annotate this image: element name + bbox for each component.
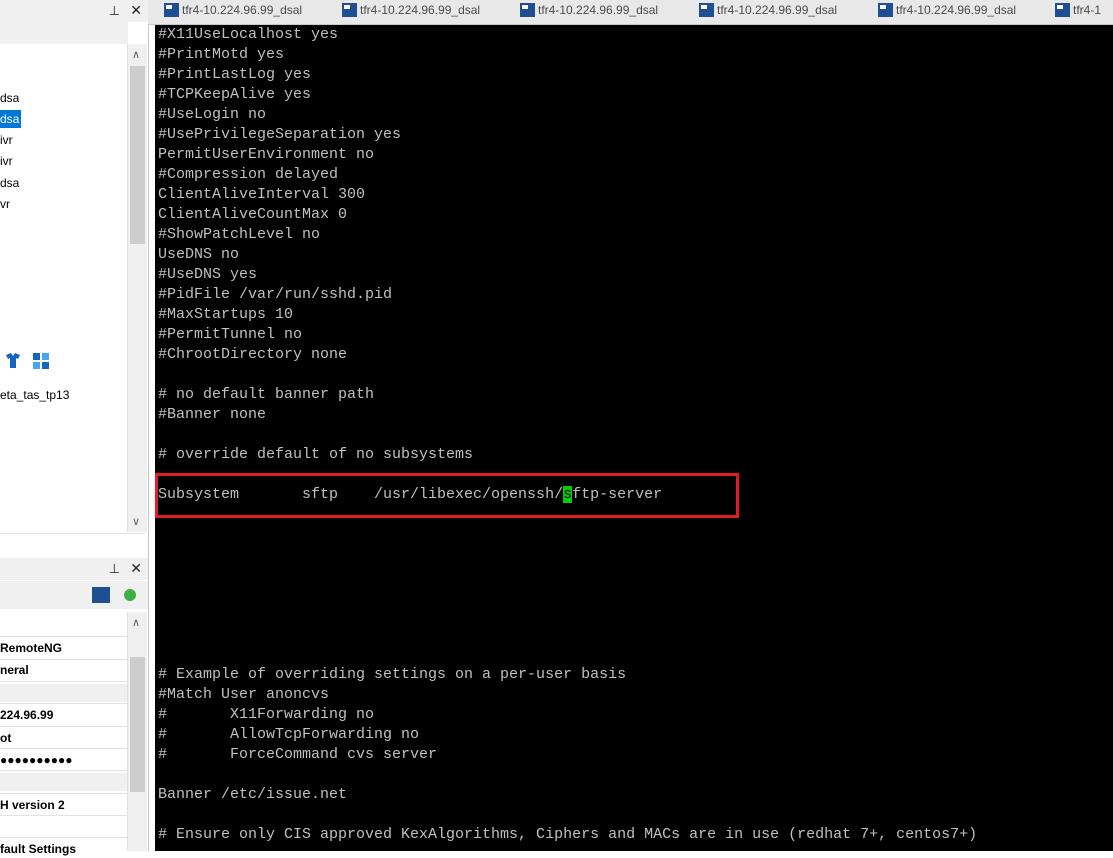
- panel-spacer: [0, 533, 145, 554]
- session-tab[interactable]: tfr4-10.224.96.99_dsal: [699, 0, 837, 22]
- terminal-line: Banner /etc/issue.net: [158, 786, 348, 803]
- terminal-line: UseDNS no: [158, 246, 240, 263]
- tree-item-selected[interactable]: dsa: [0, 110, 22, 128]
- config-toolbar: [0, 581, 148, 609]
- divider: [0, 748, 128, 749]
- tab-label: tfr4-1: [1073, 3, 1102, 17]
- close-icon[interactable]: ✕: [130, 2, 142, 19]
- session-label: eta_tas_tp13: [0, 388, 70, 402]
- status-icon: [124, 589, 136, 601]
- terminal-line: #UseLogin no: [158, 106, 267, 123]
- terminal-line: #PrintLastLog yes: [158, 66, 312, 83]
- terminal-line: #ChrootDirectory none: [158, 346, 348, 363]
- property-row[interactable]: neral: [0, 661, 29, 679]
- password-field[interactable]: ●●●●●●●●●●: [0, 751, 72, 769]
- session-tab[interactable]: tfr4-10.224.96.99_dsal: [878, 0, 1016, 22]
- terminal-line: #X11UseLocalhost yes: [158, 26, 339, 43]
- tree-item[interactable]: dsa: [0, 89, 19, 107]
- terminal-line: #PermitTunnel no: [158, 326, 303, 343]
- terminal-line: # Ensure only CIS approved KexAlgorithms…: [158, 826, 978, 843]
- terminal-line: #MaxStartups 10: [158, 306, 294, 323]
- terminal-line: #PrintMotd yes: [158, 46, 285, 63]
- terminal-line: # Example of overriding settings on a pe…: [158, 666, 627, 683]
- connections-panel: ⊥ ✕ dsa dsa ivr ivr dsa vr ∧ ∨ eta_tas_t…: [0, 0, 149, 856]
- terminal-icon: [878, 2, 893, 17]
- tree-item[interactable]: ivr: [0, 152, 13, 170]
- tab-label: tfr4-10.224.96.99_dsal: [896, 3, 1017, 17]
- terminal-line: # ForceCommand cvs server: [158, 746, 438, 763]
- divider: [0, 837, 128, 838]
- property-row[interactable]: RemoteNG: [0, 639, 62, 657]
- property-row[interactable]: 224.96.99: [0, 706, 53, 724]
- tree-toolbar: [0, 348, 60, 374]
- terminal-line: #ShowPatchLevel no: [158, 226, 321, 243]
- divider: [0, 703, 128, 704]
- property-row[interactable]: [0, 773, 128, 791]
- tree-item[interactable]: vr: [0, 195, 10, 213]
- terminal-line: # no default banner path: [158, 386, 375, 403]
- terminal-line: #TCPKeepAlive yes: [158, 86, 312, 103]
- terminal-line: # override default of no subsystems: [158, 446, 474, 463]
- close-icon[interactable]: ✕: [130, 560, 142, 577]
- session-tab[interactable]: tfr4-1: [1055, 0, 1101, 22]
- property-row[interactable]: H version 2: [0, 796, 65, 814]
- divider: [0, 659, 128, 660]
- tab-label: tfr4-10.224.96.99_dsal: [360, 3, 481, 17]
- tab-label: tfr4-10.224.96.99_dsal: [717, 3, 838, 17]
- session-tab[interactable]: tfr4-10.224.96.99_dsal: [164, 0, 302, 22]
- terminal-line: # X11Forwarding no: [158, 706, 375, 723]
- scroll-up-icon[interactable]: ∧: [132, 48, 140, 61]
- terminal-line: #PidFile /var/run/sshd.pid: [158, 286, 393, 303]
- terminal-line: # AllowTcpForwarding no: [158, 726, 420, 743]
- terminal-line: ClientAliveInterval 300: [158, 186, 366, 203]
- property-scrollbar[interactable]: ∧: [127, 612, 147, 851]
- session-tab[interactable]: tfr4-10.224.96.99_dsal: [342, 0, 480, 22]
- terminal-icon: [342, 2, 357, 17]
- pin-icon[interactable]: ⊥: [109, 561, 120, 577]
- terminal-line-highlighted: Subsystem sftp /usr/libexec/openssh/sftp…: [158, 485, 662, 505]
- terminal-cursor: s: [563, 486, 573, 503]
- divider: [0, 636, 128, 637]
- tab-label: tfr4-10.224.96.99_dsal: [182, 3, 303, 17]
- session-tab[interactable]: tfr4-10.224.96.99_dsal: [520, 0, 658, 22]
- property-row[interactable]: ot: [0, 729, 11, 747]
- terminal-view[interactable]: #X11UseLocalhost yes #PrintMotd yes #Pri…: [155, 25, 1113, 851]
- divider: [0, 681, 128, 682]
- terminal-icon: [164, 2, 179, 17]
- tree-scrollbar[interactable]: ∧ ∨: [127, 44, 147, 532]
- terminal-line: ClientAliveCountMax 0: [158, 206, 348, 223]
- scroll-up-icon[interactable]: ∧: [132, 616, 140, 629]
- tab-label: tfr4-10.224.96.99_dsal: [538, 3, 659, 17]
- terminal-line: #UseDNS yes: [158, 266, 258, 283]
- connections-panel-titlebar: ⊥ ✕: [0, 0, 148, 22]
- tree-item[interactable]: dsa: [0, 174, 19, 192]
- scroll-down-icon[interactable]: ∨: [132, 515, 140, 528]
- pin-icon[interactable]: ⊥: [109, 3, 120, 19]
- tree-header: [0, 22, 128, 44]
- terminal-line: #Banner none: [158, 406, 267, 423]
- grid-icon[interactable]: [30, 350, 52, 372]
- terminal-icon: [1055, 2, 1070, 17]
- terminal-text: ftp-server: [572, 486, 663, 503]
- tree-item[interactable]: ivr: [0, 131, 13, 149]
- terminal-line: PermitUserEnvironment no: [158, 146, 375, 163]
- session-tabs: tfr4-10.224.96.99_dsal tfr4-10.224.96.99…: [148, 0, 1113, 25]
- scrollbar-thumb[interactable]: [130, 66, 145, 244]
- property-row[interactable]: [0, 684, 128, 702]
- property-row[interactable]: fault Settings: [0, 840, 76, 858]
- terminal-icon[interactable]: [92, 587, 110, 603]
- divider: [0, 726, 128, 727]
- terminal-line: #Match User anoncvs: [158, 686, 330, 703]
- config-panel-titlebar: ⊥ ✕: [0, 558, 148, 580]
- divider: [0, 815, 128, 816]
- terminal-line: #Compression delayed: [158, 166, 339, 183]
- divider: [0, 770, 128, 771]
- terminal-text: Subsystem sftp /usr/libexec/openssh/: [158, 486, 564, 503]
- terminal-icon: [699, 2, 714, 17]
- scrollbar-thumb[interactable]: [130, 657, 145, 792]
- divider: [0, 793, 128, 794]
- terminal-icon: [520, 2, 535, 17]
- terminal-line: #UsePrivilegeSeparation yes: [158, 126, 402, 143]
